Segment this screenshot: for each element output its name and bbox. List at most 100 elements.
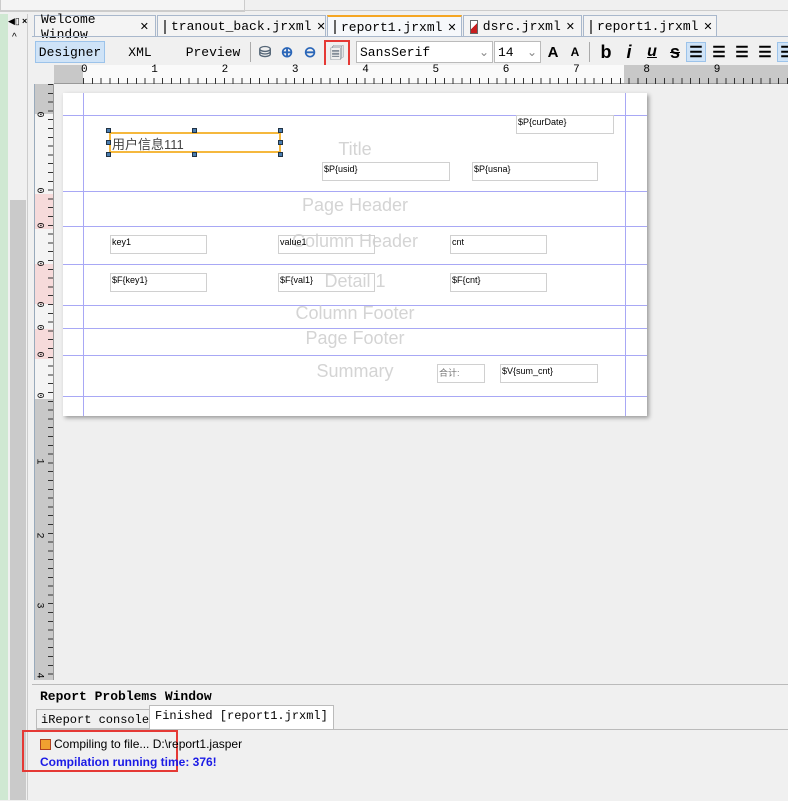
bold-button[interactable]: b bbox=[596, 42, 616, 62]
jrxml-file-icon bbox=[470, 19, 478, 34]
compile-message: Compiling to file... D:\report1.jasper bbox=[54, 737, 243, 751]
detail-val1[interactable]: $F{val1} bbox=[278, 273, 375, 292]
close-tab-icon[interactable]: ✕ bbox=[140, 20, 149, 33]
font-select[interactable]: SansSerif ⌄ bbox=[356, 41, 493, 63]
field-usid[interactable]: $P{usid} bbox=[322, 162, 450, 181]
ruler-label: 4 bbox=[362, 64, 369, 76]
tab-ireport-console[interactable]: iReport console bbox=[36, 709, 155, 729]
font-size-value: 14 bbox=[498, 44, 514, 60]
jrxml-file-icon bbox=[334, 20, 336, 34]
problems-window-title: Report Problems Window bbox=[40, 689, 212, 704]
field-usna[interactable]: $P{usna} bbox=[472, 162, 598, 181]
resize-handle[interactable] bbox=[106, 128, 111, 133]
band-line bbox=[63, 226, 647, 227]
ruler-label: 0 bbox=[33, 187, 45, 194]
vertical-ruler[interactable] bbox=[34, 84, 54, 680]
ruler-label: 4 bbox=[33, 672, 45, 679]
resize-handle[interactable] bbox=[106, 152, 111, 157]
ruler-label: 0 bbox=[33, 222, 45, 229]
selected-static-text[interactable]: 用户信息111 bbox=[109, 132, 281, 153]
ruler-label: 2 bbox=[221, 64, 229, 76]
summary-sum-cnt[interactable]: $V{sum_cnt} bbox=[500, 364, 598, 383]
toolbar-separator bbox=[589, 42, 590, 62]
horizontal-ruler[interactable] bbox=[54, 65, 788, 84]
ruler-label: 0 bbox=[33, 260, 45, 267]
resize-handle[interactable] bbox=[106, 140, 111, 145]
summary-label[interactable]: 合计: bbox=[437, 364, 485, 383]
increase-font-icon[interactable]: A bbox=[543, 42, 563, 62]
resize-handle[interactable] bbox=[278, 152, 283, 157]
xml-button[interactable]: XML bbox=[118, 41, 162, 63]
band-page-footer-label: Page Footer bbox=[305, 328, 405, 348]
band-line bbox=[63, 396, 647, 397]
console-line-1: Compiling to file... D:\report1.jasper bbox=[40, 737, 242, 751]
minimize-icon[interactable]: ◀▯ bbox=[8, 16, 20, 27]
datasource-icon[interactable]: ⛁ bbox=[255, 42, 275, 62]
detail-key1[interactable]: $F{key1} bbox=[110, 273, 207, 292]
ruler-label: 5 bbox=[432, 64, 440, 76]
chevron-down-icon: ⌄ bbox=[478, 45, 489, 59]
strikethrough-button[interactable]: s bbox=[665, 42, 685, 62]
tab-finished-report1[interactable]: Finished [report1.jrxml] bbox=[149, 705, 334, 729]
align-left-button[interactable]: ☰ bbox=[686, 42, 706, 62]
tab-label: report1.jrxml bbox=[341, 19, 443, 35]
align-justify-button[interactable]: ☰ bbox=[709, 42, 729, 62]
ruler-label: 1 bbox=[151, 64, 158, 76]
ruler-label: 2 bbox=[33, 532, 45, 539]
underline-button[interactable]: u bbox=[642, 42, 662, 62]
report-page[interactable]: Title Page Header Column Header Detail 1… bbox=[63, 93, 647, 416]
tab-dsrc[interactable]: dsrc.jrxml ✕ bbox=[463, 15, 582, 37]
preview-button[interactable]: Preview bbox=[183, 41, 243, 63]
resize-handle[interactable] bbox=[192, 152, 197, 157]
font-size-select[interactable]: 14 ⌄ bbox=[494, 41, 541, 63]
decrease-font-icon[interactable]: A bbox=[565, 42, 585, 62]
tab-underline bbox=[32, 36, 788, 37]
close-icon[interactable]: × bbox=[22, 16, 27, 26]
scrollbar[interactable] bbox=[10, 200, 26, 800]
ruler-ticks bbox=[48, 84, 53, 680]
console-line-2: Compilation running time: 376! bbox=[40, 755, 217, 769]
compile-file-icon bbox=[40, 738, 51, 750]
header-key1[interactable]: key1 bbox=[110, 235, 207, 254]
close-tab-icon[interactable]: ✕ bbox=[316, 20, 325, 33]
close-tab-icon[interactable]: ✕ bbox=[447, 21, 456, 34]
ruler-label: 0 bbox=[33, 301, 45, 308]
jrxml-file-icon bbox=[164, 19, 166, 34]
header-value1[interactable]: value1 bbox=[278, 235, 375, 254]
band-line bbox=[63, 191, 647, 192]
tab-label: dsrc.jrxml bbox=[482, 19, 561, 34]
tab-label: tranout_back.jrxml bbox=[171, 19, 312, 34]
close-tab-icon[interactable]: ✕ bbox=[703, 20, 712, 33]
zoom-in-icon[interactable]: ⊕ bbox=[277, 42, 297, 62]
ruler-label: 6 bbox=[502, 64, 510, 76]
italic-button[interactable]: i bbox=[619, 42, 639, 62]
scroll-up-icon[interactable]: ^ bbox=[12, 32, 17, 43]
ruler-label: 3 bbox=[291, 64, 299, 76]
ruler-label: 0 bbox=[33, 351, 45, 358]
ruler-label: 0 bbox=[33, 392, 45, 399]
detail-cnt[interactable]: $F{cnt} bbox=[450, 273, 547, 292]
close-tab-icon[interactable]: ✕ bbox=[566, 20, 575, 33]
align-more-button[interactable]: ☰ bbox=[777, 42, 788, 62]
resize-handle[interactable] bbox=[192, 128, 197, 133]
field-curdate[interactable]: $P{curDate} bbox=[516, 115, 614, 134]
tab-tranout-back[interactable]: tranout_back.jrxml ✕ bbox=[157, 15, 326, 37]
tab-label: Welcome Window bbox=[41, 11, 96, 42]
tab-report1-active[interactable]: report1.jrxml ✕ bbox=[327, 15, 462, 37]
toolbar-separator bbox=[250, 42, 251, 62]
align-right-button[interactable]: ☰ bbox=[755, 42, 775, 62]
designer-button[interactable]: Designer bbox=[35, 41, 105, 63]
tab-welcome-window[interactable]: Welcome Window ✕ bbox=[34, 12, 156, 42]
zoom-out-icon[interactable]: ⊖ bbox=[300, 42, 320, 62]
band-column-footer-label: Column Footer bbox=[295, 303, 415, 323]
ruler-label: 8 bbox=[643, 64, 650, 76]
tab-report1[interactable]: report1.jrxml ✕ bbox=[583, 15, 717, 37]
resize-handle[interactable] bbox=[278, 128, 283, 133]
align-center-button[interactable]: ☰ bbox=[732, 42, 752, 62]
font-value: SansSerif bbox=[360, 44, 431, 60]
ruler-label: 0 bbox=[33, 111, 45, 118]
resize-handle[interactable] bbox=[278, 140, 283, 145]
compile-icon: 🗐 bbox=[330, 44, 344, 61]
header-cnt[interactable]: cnt bbox=[450, 235, 547, 254]
ruler-label: 0 bbox=[33, 324, 45, 331]
